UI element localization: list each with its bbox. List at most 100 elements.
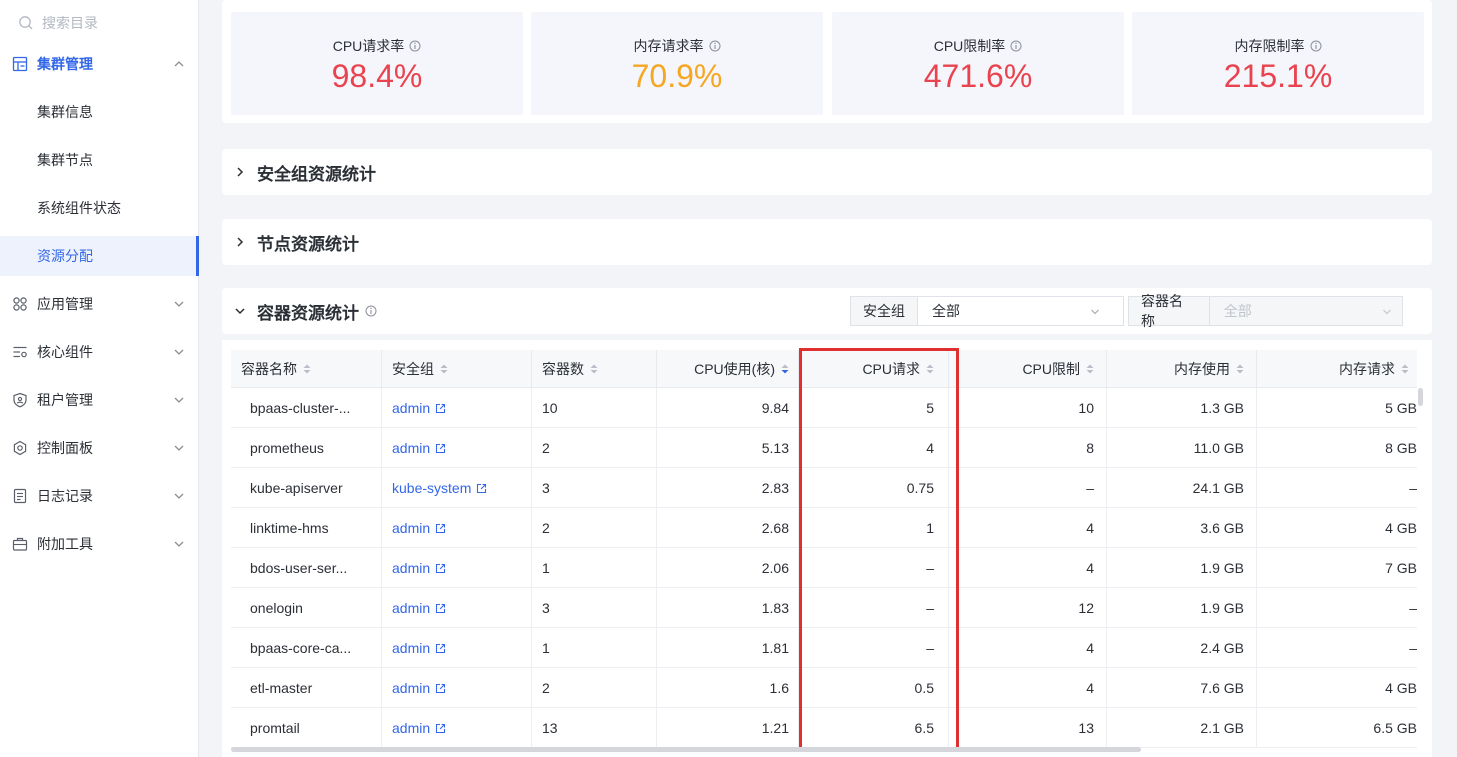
security-group-link[interactable]: admin bbox=[392, 440, 446, 456]
cell-memory-request: 7 GB bbox=[1385, 560, 1417, 576]
header-col-cpu-usage[interactable]: CPU使用(核) bbox=[657, 350, 799, 388]
nav-group-tenant-management[interactable]: 租户管理 bbox=[0, 376, 199, 424]
chevron-down-icon bbox=[1091, 309, 1099, 315]
info-icon[interactable] bbox=[1010, 40, 1022, 52]
horizontal-scrollbar[interactable] bbox=[231, 747, 1141, 752]
cell-container-name: onelogin bbox=[231, 588, 382, 628]
nav-group-core-components[interactable]: 核心组件 bbox=[0, 328, 199, 376]
cell-cpu-limit: 8 bbox=[949, 428, 1107, 468]
cell-memory-request: – bbox=[1409, 480, 1417, 496]
header-label: CPU使用(核) bbox=[694, 361, 775, 377]
header-col-container-name[interactable]: 容器名称 bbox=[231, 350, 382, 388]
info-icon[interactable] bbox=[1310, 40, 1322, 52]
external-link-icon[interactable] bbox=[430, 723, 446, 734]
cell-container-name: bpaas-cluster-... bbox=[231, 388, 382, 428]
security-group-link[interactable]: admin bbox=[392, 600, 446, 616]
stat-label: CPU限制率 bbox=[933, 38, 1006, 54]
chevron-down-icon bbox=[174, 493, 184, 499]
nav-group-label: 核心组件 bbox=[37, 344, 93, 360]
cell-cpu-request: 0.5 bbox=[799, 668, 949, 708]
cell-security-group: admin bbox=[382, 708, 532, 748]
sort-icon[interactable] bbox=[1236, 364, 1244, 374]
cell-cpu-request: 5 bbox=[799, 388, 949, 428]
cell-container-name: kube-apiserver bbox=[231, 468, 382, 508]
security-group-select[interactable]: 全部 bbox=[918, 297, 1110, 325]
catalog-search[interactable]: 搜索目录 bbox=[18, 12, 98, 34]
sidebar-item-cluster-nodes[interactable]: 集群节点 bbox=[0, 140, 199, 180]
cell-memory-request: 8 GB bbox=[1385, 440, 1417, 456]
info-icon[interactable] bbox=[409, 40, 421, 52]
sort-icon[interactable] bbox=[1401, 364, 1409, 374]
sort-icon[interactable] bbox=[590, 364, 598, 374]
header-col-memory-request[interactable]: 内存请求 bbox=[1257, 350, 1417, 388]
sort-icon[interactable] bbox=[440, 364, 448, 374]
nav-group-app-management[interactable]: 应用管理 bbox=[0, 280, 199, 328]
sidebar-item-resource-allocation[interactable]: 资源分配 bbox=[0, 236, 199, 276]
search-icon bbox=[19, 16, 33, 30]
security-group-filter[interactable]: 安全组 全部 bbox=[850, 296, 1124, 326]
external-link-icon[interactable] bbox=[471, 483, 487, 494]
sidebar-item-cluster-info[interactable]: 集群信息 bbox=[0, 92, 199, 132]
cell-memory-request: 6.5 GB bbox=[1373, 720, 1417, 736]
external-link-icon[interactable] bbox=[430, 643, 446, 654]
security-group-link[interactable]: admin bbox=[392, 720, 446, 736]
external-link-icon[interactable] bbox=[430, 523, 446, 534]
cell-memory-usage: 7.6 GB bbox=[1107, 668, 1257, 708]
external-link-icon[interactable] bbox=[430, 683, 446, 694]
header-label: 安全组 bbox=[392, 361, 434, 377]
table-row: promtail admin 13 1.21 6.5 13 2.1 GB 6.5 GB bbox=[231, 708, 1417, 748]
chevron-down-icon bbox=[174, 397, 184, 403]
security-group-link[interactable]: admin bbox=[392, 400, 446, 416]
header-col-container-count[interactable]: 容器数 bbox=[532, 350, 657, 388]
stats-panel: CPU请求率 98.4% 内存请求率 70.9% CPU限制率 471.6% 内… bbox=[222, 0, 1432, 123]
stat-value: 98.4% bbox=[331, 58, 423, 94]
cell-cpu-request: – bbox=[799, 548, 949, 588]
header-label: 内存使用 bbox=[1174, 361, 1230, 377]
header-label: CPU限制 bbox=[1022, 361, 1080, 377]
nav-group-log-records[interactable]: 日志记录 bbox=[0, 472, 199, 520]
cell-container-count: 3 bbox=[532, 468, 657, 508]
external-link-icon[interactable] bbox=[430, 603, 446, 614]
header-col-security-group[interactable]: 安全组 bbox=[382, 350, 532, 388]
external-link-icon[interactable] bbox=[430, 403, 446, 414]
sidebar-item-system-component-status[interactable]: 系统组件状态 bbox=[0, 188, 199, 228]
stat-card-cpu-request-rate: CPU请求率 98.4% bbox=[231, 12, 523, 115]
nav-group-control-panel[interactable]: 控制面板 bbox=[0, 424, 199, 472]
nav-group-label: 附加工具 bbox=[37, 536, 93, 552]
select-value: 全部 bbox=[932, 303, 960, 319]
stat-value: 471.6% bbox=[923, 58, 1033, 94]
sort-icon[interactable] bbox=[1086, 364, 1094, 374]
external-link-icon[interactable] bbox=[430, 563, 446, 574]
cell-container-count: 2 bbox=[532, 428, 657, 468]
vertical-scrollbar[interactable] bbox=[1418, 388, 1423, 406]
info-icon[interactable] bbox=[709, 40, 721, 52]
security-group-link[interactable]: admin bbox=[392, 520, 446, 536]
external-link-icon[interactable] bbox=[430, 443, 446, 454]
security-group-link[interactable]: kube-system bbox=[392, 480, 487, 496]
section-node-stats[interactable]: 节点资源统计 bbox=[222, 219, 1432, 265]
cell-cpu-usage: 5.13 bbox=[657, 428, 799, 468]
info-icon[interactable] bbox=[365, 305, 377, 317]
chevron-right-icon bbox=[234, 166, 246, 178]
table-row: linktime-hms admin 2 2.68 1 4 3.6 GB 4 GB bbox=[231, 508, 1417, 548]
section-container-stats[interactable]: 容器资源统计 安全组 全部 容器名称 全部 bbox=[222, 288, 1432, 334]
container-name-select[interactable]: 全部 bbox=[1209, 297, 1402, 325]
sort-icon[interactable] bbox=[303, 364, 311, 374]
nav-group-extra-tools[interactable]: 附加工具 bbox=[0, 520, 199, 568]
chevron-down-icon bbox=[234, 305, 246, 317]
sort-descending-icon[interactable] bbox=[781, 364, 789, 374]
security-group-link[interactable]: admin bbox=[392, 680, 446, 696]
cell-cpu-request: 6.5 bbox=[799, 708, 949, 748]
header-col-cpu-request[interactable]: CPU请求 bbox=[799, 350, 949, 388]
section-security-group-stats[interactable]: 安全组资源统计 bbox=[222, 149, 1432, 195]
cell-security-group: admin bbox=[382, 388, 532, 428]
container-name-filter[interactable]: 容器名称 全部 bbox=[1128, 293, 1403, 329]
sort-icon[interactable] bbox=[926, 364, 934, 374]
header-col-memory-usage[interactable]: 内存使用 bbox=[1107, 350, 1257, 388]
header-col-cpu-limit[interactable]: CPU限制 bbox=[949, 350, 1107, 388]
cell-cpu-usage: 1.6 bbox=[657, 668, 799, 708]
nav-group-label: 租户管理 bbox=[37, 392, 93, 408]
security-group-link[interactable]: admin bbox=[392, 640, 446, 656]
nav-group-cluster-management[interactable]: 集群管理 bbox=[0, 40, 199, 88]
security-group-link[interactable]: admin bbox=[392, 560, 446, 576]
